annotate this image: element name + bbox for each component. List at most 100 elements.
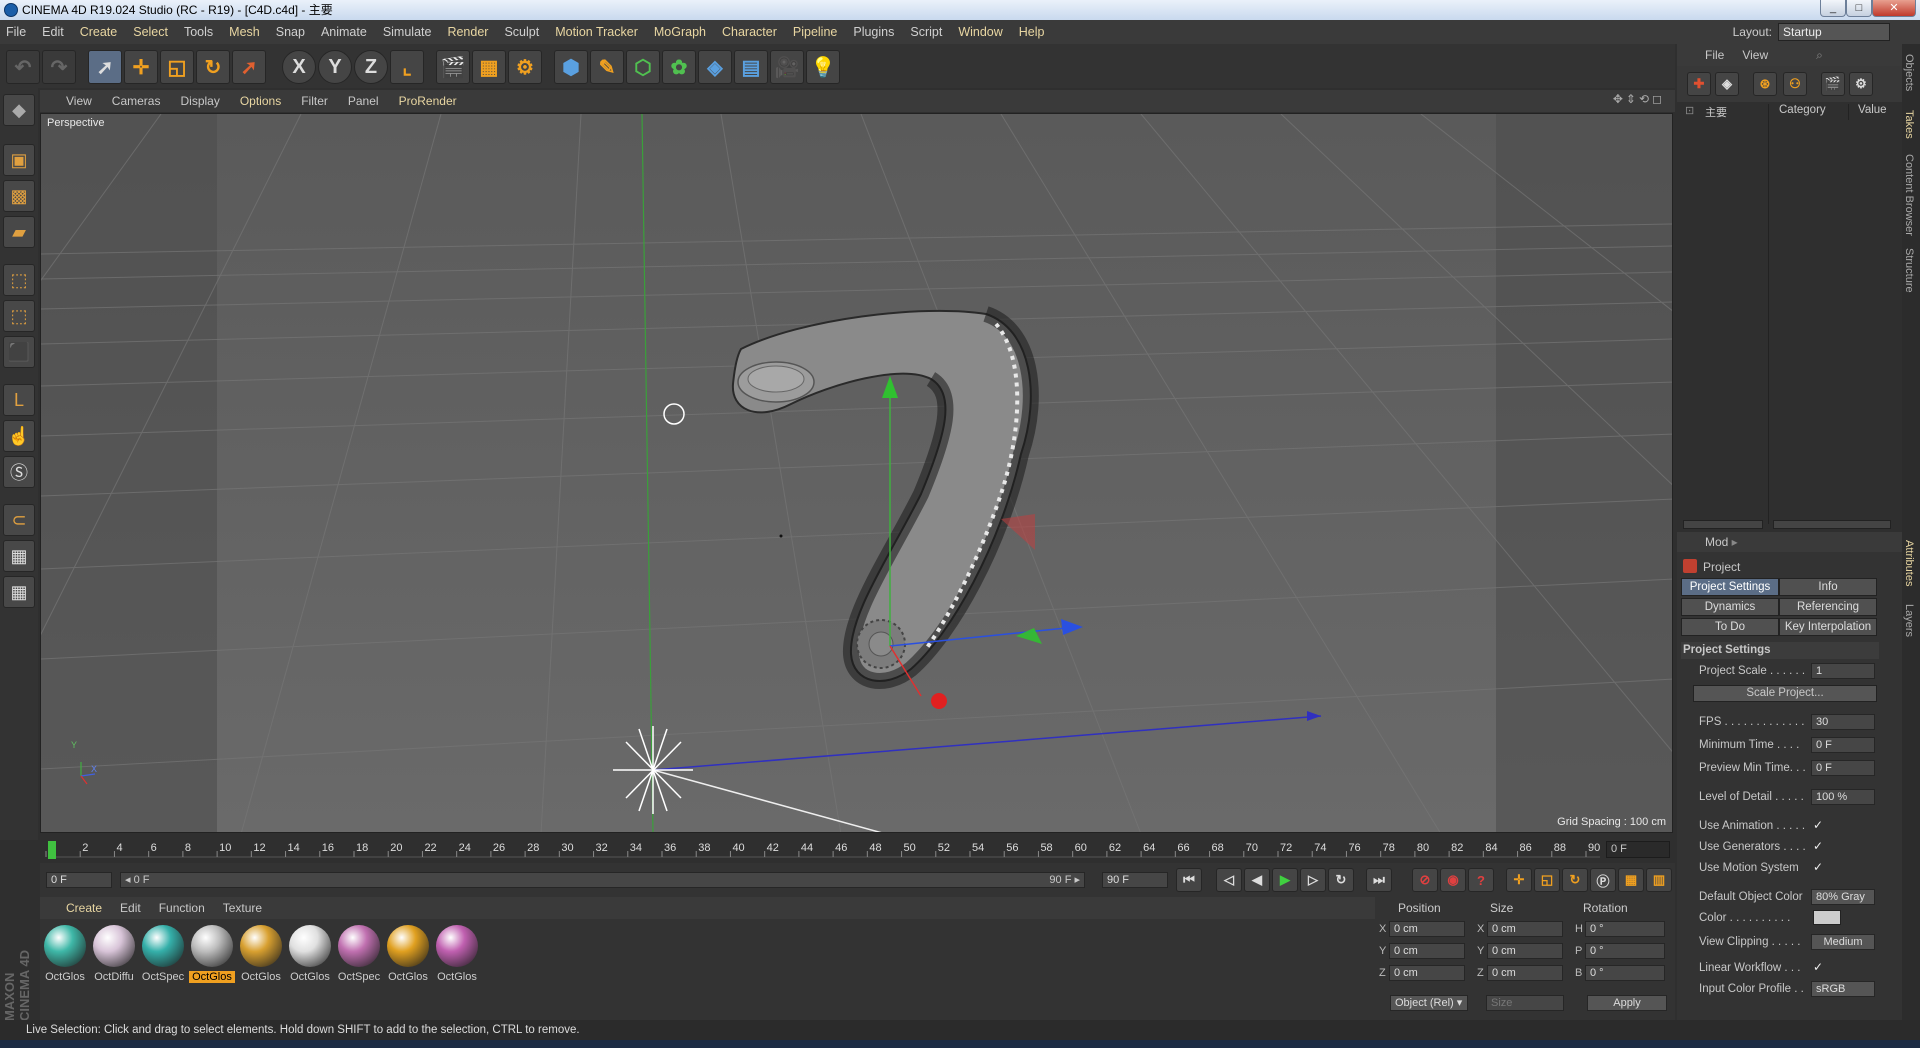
material-item[interactable]: OctGlos [385,925,431,989]
viewport-menu-options[interactable]: Options [240,94,281,108]
viewport-menu-filter[interactable]: Filter [301,94,328,108]
use-generators-checkbox[interactable]: ✓ [1813,839,1823,853]
viewport-menu-view[interactable]: View [66,94,92,108]
project-scale-field[interactable]: 1 [1811,663,1875,679]
keyframe-selection-icon[interactable]: ? [1468,868,1494,892]
key-rotation-icon[interactable]: ↻ [1562,868,1588,892]
camera-icon[interactable]: 🎥 [770,50,804,84]
coordinate-system-icon[interactable]: ⌞ [390,50,424,84]
autokey-icon[interactable]: ◉ [1440,868,1466,892]
menu-motion-tracker[interactable]: Motion Tracker [555,25,638,39]
menu-pipeline[interactable]: Pipeline [793,25,837,39]
playhead[interactable] [48,841,56,859]
coord-rotation-field[interactable]: 0 ° [1585,943,1665,959]
preview-min-time-field[interactable]: 0 F [1811,760,1875,776]
take-camera-icon[interactable]: 🎬 [1821,72,1845,96]
subdivision-icon[interactable]: ⬡ [626,50,660,84]
default-object-color-select[interactable]: 80% Gray [1811,889,1875,905]
menu-script[interactable]: Script [910,25,942,39]
texture-mode-icon[interactable]: ▩ [3,180,35,212]
tab-key-interpolation[interactable]: Key Interpolation [1779,618,1877,636]
end-frame-field[interactable]: 90 F [1102,872,1168,888]
y-axis-lock-button[interactable]: Y [318,50,352,84]
coord-size-field[interactable]: 0 cm [1487,943,1563,959]
menu-render[interactable]: Render [447,25,488,39]
viewport-menu-display[interactable]: Display [180,94,219,108]
light-icon[interactable]: 💡 [806,50,840,84]
z-axis-lock-button[interactable]: Z [354,50,388,84]
move-icon[interactable]: ✛ [124,50,158,84]
locked-workplane-icon[interactable]: ▦ [3,540,35,572]
snap-icon[interactable]: Ⓢ [3,456,35,488]
material-item[interactable]: OctGlos [287,925,333,989]
tab-dynamics[interactable]: Dynamics [1681,598,1779,616]
live-selection-icon[interactable]: ➚ [88,50,122,84]
floor-icon[interactable]: ▤ [734,50,768,84]
start-frame-field[interactable]: 0 F [46,872,112,888]
key-position-icon[interactable]: ✛ [1506,868,1532,892]
scale-project-button[interactable]: Scale Project... [1693,685,1877,702]
coord-size-field[interactable]: 0 cm [1487,921,1563,937]
viewport-navigation-icons[interactable]: ✥⇕⟲◻ [1613,92,1665,106]
perspective-viewport[interactable]: Perspective Y X Grid Spacing : 100 cm [40,113,1673,833]
undo-icon[interactable]: ↶ [6,50,40,84]
view-clipping-select[interactable]: Medium [1811,934,1875,950]
model-mode-icon[interactable]: ▣ [3,144,35,176]
side-tab-attributes[interactable]: Attributes [1903,540,1915,586]
coord-position-field[interactable]: 0 cm [1389,965,1465,981]
material-menu-function[interactable]: Function [159,901,205,915]
side-tab-content-browser[interactable]: Content Browser [1903,154,1915,236]
redo-icon[interactable]: ↷ [42,50,76,84]
take-render-icon[interactable]: ⚙ [1849,72,1873,96]
last-tool-icon[interactable]: ➚ [232,50,266,84]
material-item[interactable]: OctDiffu [91,925,137,989]
takes-scrollbar-left[interactable] [1683,520,1763,529]
menu-window[interactable]: Window [958,25,1002,39]
side-tab-layers[interactable]: Layers [1903,604,1915,637]
material-item[interactable]: OctGlos [238,925,284,989]
points-mode-icon[interactable]: ⬚ [3,264,35,296]
edges-mode-icon[interactable]: ⬚ [3,300,35,332]
menu-file[interactable]: File [6,25,26,39]
planar-workplane-icon[interactable]: ▦ [3,576,35,608]
coord-rotation-field[interactable]: 0 ° [1585,921,1665,937]
coord-position-field[interactable]: 0 cm [1389,943,1465,959]
play-icon[interactable]: ▶ [1272,868,1298,892]
menu-help[interactable]: Help [1019,25,1045,39]
menu-mograph[interactable]: MoGraph [654,25,706,39]
fps-field[interactable]: 30 [1811,714,1875,730]
timeline-window-icon[interactable]: ▥ [1646,868,1672,892]
polygons-mode-icon[interactable]: ⬛ [3,336,35,368]
cloner-icon[interactable]: ✿ [662,50,696,84]
go-to-end-icon[interactable]: ⏭ [1366,868,1392,892]
side-tab-takes[interactable]: Takes [1903,110,1915,139]
tab-project-settings[interactable]: Project Settings [1681,578,1779,596]
viewport-menu-cameras[interactable]: Cameras [112,94,161,108]
maximize-button[interactable]: □ [1846,0,1872,17]
scale-icon[interactable]: ◱ [160,50,194,84]
render-view-icon[interactable]: 🎬 [436,50,470,84]
take-override-icon[interactable]: ◈ [1715,72,1739,96]
magnet-icon[interactable]: ⊂ [3,504,35,536]
tweak-mode-icon[interactable]: ☝ [3,420,35,452]
render-picture-viewer-icon[interactable]: ▦ [472,50,506,84]
material-menu-texture[interactable]: Texture [223,901,262,915]
take-auto-icon[interactable]: ⊛ [1753,72,1777,96]
x-axis-lock-button[interactable]: X [282,50,316,84]
objects-menu-file[interactable]: File [1705,48,1724,62]
key-pla-icon[interactable]: ▦ [1618,868,1644,892]
menu-sculpt[interactable]: Sculpt [504,25,539,39]
material-menu-edit[interactable]: Edit [120,901,141,915]
menu-select[interactable]: Select [133,25,168,39]
menu-snap[interactable]: Snap [276,25,305,39]
preview-range-slider[interactable]: ◂ 0 F 90 F ▸ [120,872,1085,888]
make-editable-icon[interactable]: ◆ [3,94,35,126]
new-take-icon[interactable]: ✚ [1687,72,1711,96]
axis-mode-icon[interactable]: L [3,384,35,416]
viewport-menu-prorender[interactable]: ProRender [399,94,457,108]
material-item[interactable]: OctSpec [140,925,186,989]
menu-character[interactable]: Character [722,25,777,39]
minimize-button[interactable]: _ [1820,0,1846,17]
go-to-start-icon[interactable]: ⏮ [1176,868,1202,892]
input-color-profile-select[interactable]: sRGB [1811,981,1875,997]
